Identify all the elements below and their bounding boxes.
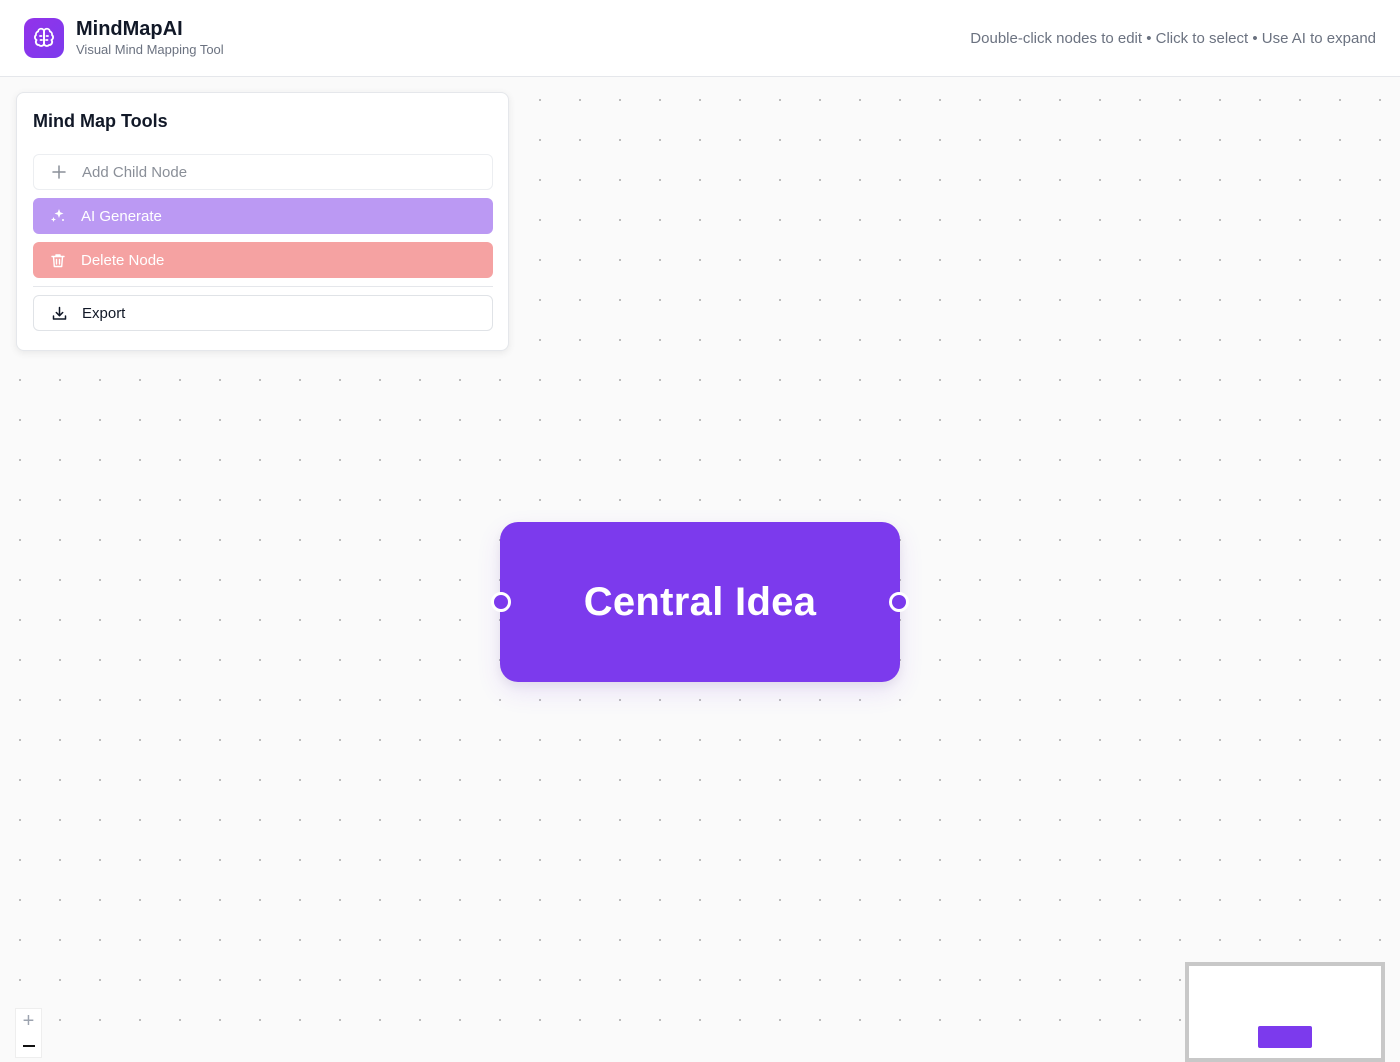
- tools-panel-title: Mind Map Tools: [33, 111, 168, 131]
- node-connection-handle-right[interactable]: [889, 592, 909, 612]
- zoom-in-button[interactable]: +: [16, 1009, 41, 1034]
- minimap-node: [1258, 1026, 1312, 1048]
- export-label: Export: [82, 304, 126, 322]
- brain-icon: [24, 18, 64, 58]
- add-child-node-label: Add Child Node: [82, 163, 188, 181]
- ai-generate-label: AI Generate: [81, 207, 162, 225]
- app-subtitle: Visual Mind Mapping Tool: [76, 42, 224, 57]
- tools-divider: [33, 286, 493, 287]
- download-icon: [50, 304, 68, 322]
- export-button[interactable]: Export: [33, 295, 493, 331]
- app-title: MindMapAI: [76, 18, 183, 40]
- tools-panel: Mind Map Tools Add Child Node AI Generat…: [16, 92, 509, 351]
- minimap[interactable]: [1185, 962, 1385, 1062]
- delete-node-label: Delete Node: [81, 251, 165, 269]
- sparkles-icon: [49, 207, 67, 225]
- add-child-node-button[interactable]: Add Child Node: [33, 154, 493, 190]
- plus-icon: +: [22, 1010, 35, 1032]
- zoom-out-button[interactable]: [16, 1034, 41, 1059]
- node-label: Central Idea: [583, 579, 817, 624]
- app-header: MindMapAI Visual Mind Mapping Tool Doubl…: [0, 0, 1400, 77]
- node-connection-handle-left[interactable]: [491, 592, 511, 612]
- ai-generate-button[interactable]: AI Generate: [33, 198, 493, 234]
- brand: MindMapAI Visual Mind Mapping Tool: [24, 17, 224, 59]
- plus-icon: [50, 163, 68, 181]
- trash-icon: [49, 251, 67, 269]
- delete-node-button[interactable]: Delete Node: [33, 242, 493, 278]
- zoom-controls: +: [15, 1008, 42, 1058]
- mind-map-node[interactable]: Central Idea: [500, 522, 900, 682]
- minus-icon: [22, 1045, 35, 1047]
- usage-hint: Double-click nodes to edit • Click to se…: [970, 29, 1376, 47]
